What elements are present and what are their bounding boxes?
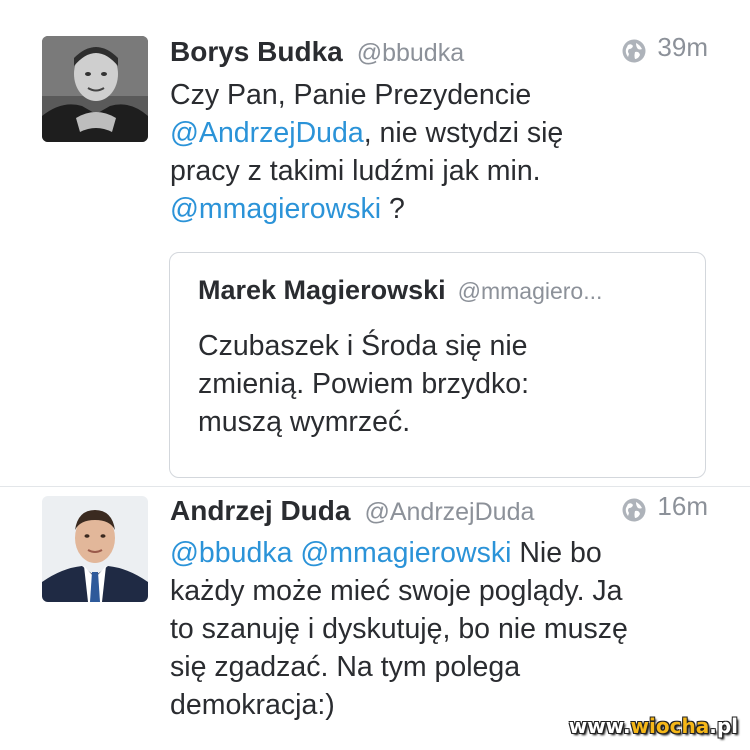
text-line: to szanuję i dyskutuję, bo nie muszę [170, 610, 710, 648]
text-segment: , nie wstydzi się [363, 117, 564, 149]
avatar[interactable] [42, 36, 148, 142]
quote-text: Czubaszek i Środa się nie zmienią. Powie… [198, 327, 688, 441]
quoted-tweet-card[interactable]: Marek Magierowski @mmagiero... Czubaszek… [169, 252, 706, 478]
text-line: @bbudka @mmagierowski Nie bo [170, 534, 710, 572]
watermark-brand: wiocha [630, 714, 710, 738]
tweet-meta: 16m [621, 491, 708, 522]
quote-text-line: muszą wymrzeć. [198, 406, 411, 438]
text-segment: się zgadzać. Na tym polega [170, 651, 521, 683]
watermark-prefix: www. [568, 714, 631, 738]
tweet-time[interactable]: 39m [657, 32, 708, 63]
tweet-borys-budka[interactable]: Borys Budka @bbudka 39m Czy Pan, Panie P… [0, 0, 750, 486]
avatar[interactable] [42, 496, 148, 602]
quote-author-name: Marek Magierowski [198, 275, 446, 305]
text-segment: to szanuję i dyskutuję, bo nie muszę [170, 613, 628, 645]
watermark-suffix: .pl [709, 714, 738, 738]
watermark: www.wiocha.pl [569, 714, 738, 738]
mention-link[interactable]: @mmagierowski [170, 193, 381, 225]
tweet-andrzej-duda[interactable]: Andrzej Duda @AndrzejDuda 16m @bbudka @m… [0, 487, 750, 750]
globe-icon [622, 39, 646, 62]
quote-header: Marek Magierowski @mmagiero... [198, 275, 685, 306]
mention-link[interactable]: @bbudka [170, 537, 292, 569]
quote-text-line: Czubaszek i Środa się nie [198, 330, 528, 362]
text-line: się zgadzać. Na tym polega [170, 648, 710, 686]
author-handle[interactable]: @bbudka [357, 39, 464, 68]
text-line: @AndrzejDuda, nie wstydzi się [170, 114, 710, 152]
tweet-meta: 39m [621, 32, 708, 63]
avatar-photo-bw [42, 36, 148, 142]
tweet-header: Andrzej Duda @AndrzejDuda 16m [170, 491, 708, 531]
author-name[interactable]: Andrzej Duda [170, 495, 350, 527]
author-handle[interactable]: @AndrzejDuda [364, 498, 534, 527]
tweet-text: @bbudka @mmagierowski Nie bo każdy może … [170, 534, 710, 724]
text-segment: ? [381, 193, 405, 225]
tweet-header: Borys Budka @bbudka 39m [170, 32, 708, 72]
mention-link[interactable]: @mmagierowski [300, 537, 511, 569]
globe-icon [622, 498, 646, 521]
tweet-timeline: Borys Budka @bbudka 39m Czy Pan, Panie P… [0, 0, 750, 750]
quote-author-handle: @mmagiero... [457, 278, 603, 304]
text-segment: Czy Pan, Panie Prezydencie [170, 79, 532, 111]
text-segment: demokracja:) [170, 689, 335, 721]
text-line: Czy Pan, Panie Prezydencie [170, 76, 710, 114]
mention-link[interactable]: @AndrzejDuda [170, 117, 364, 149]
text-line: @mmagierowski ? [170, 190, 710, 228]
tweet-time[interactable]: 16m [657, 491, 708, 522]
tweet-text: Czy Pan, Panie Prezydencie @AndrzejDuda,… [170, 76, 710, 228]
avatar-photo-color [42, 496, 148, 602]
author-name[interactable]: Borys Budka [170, 36, 343, 68]
text-line: pracy z takimi ludźmi jak min. [170, 152, 710, 190]
text-segment: pracy z takimi ludźmi jak min. [170, 155, 541, 187]
text-segment: każdy może mieć swoje poglądy. Ja [170, 575, 623, 607]
text-line: każdy może mieć swoje poglądy. Ja [170, 572, 710, 610]
text-segment: Nie bo [511, 537, 602, 569]
quote-text-line: zmienią. Powiem brzydko: [198, 368, 530, 400]
